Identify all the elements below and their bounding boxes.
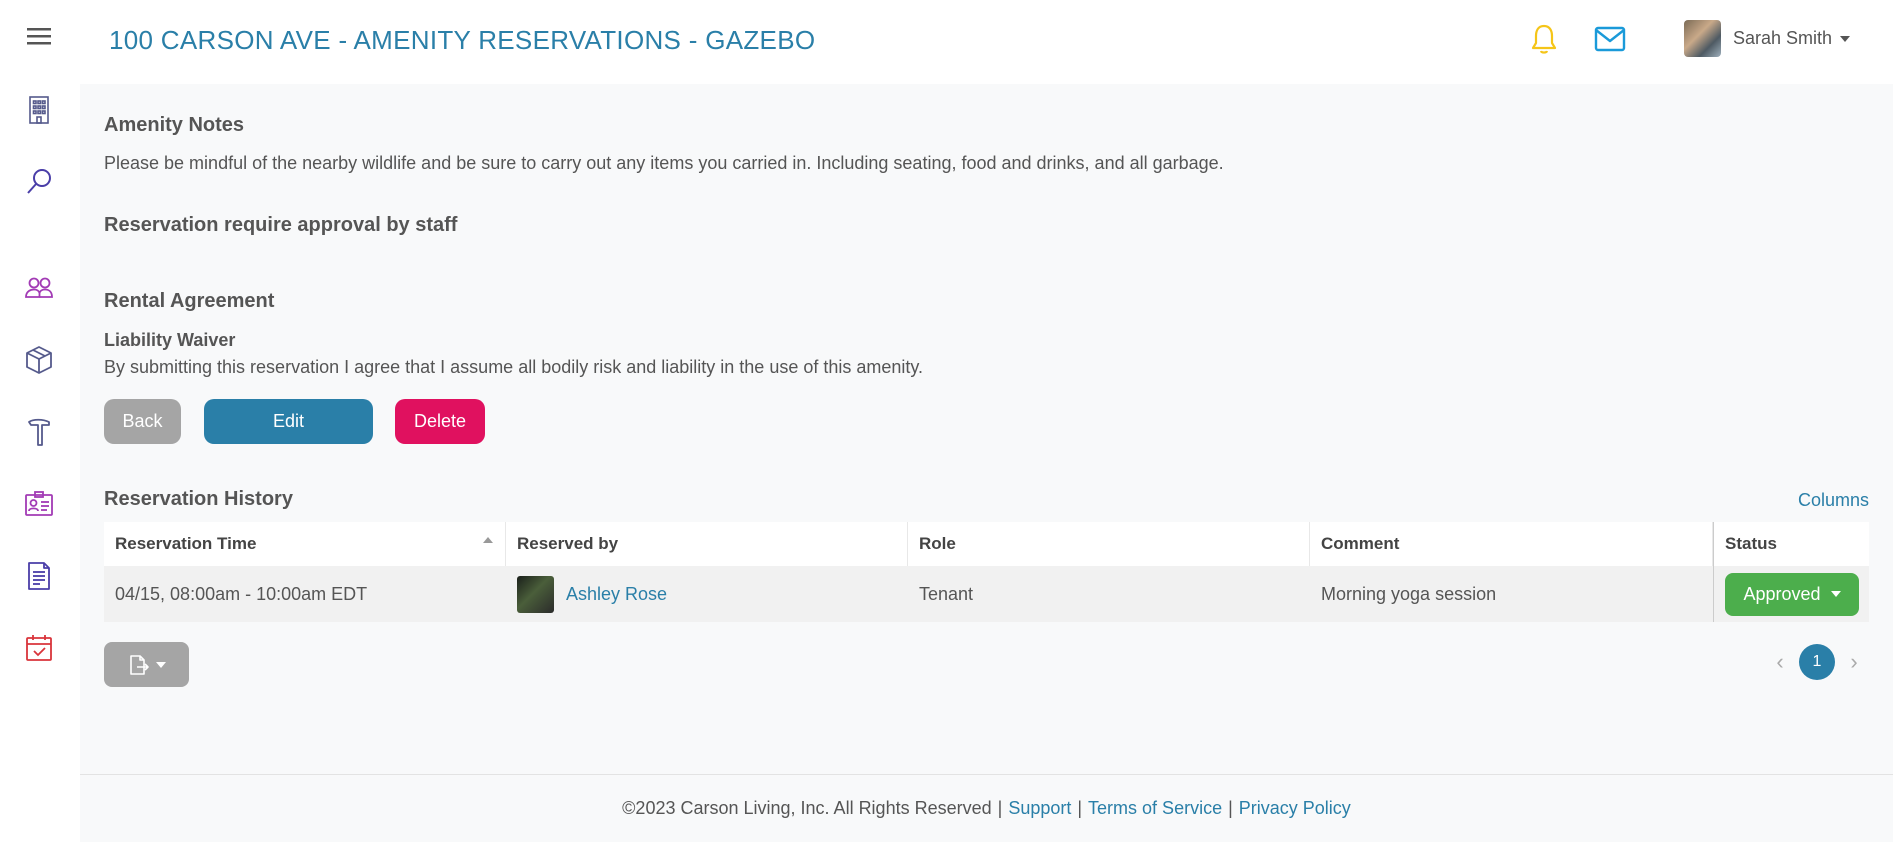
- reserved-by-cell: Ashley Rose: [506, 566, 908, 622]
- status-dropdown[interactable]: Approved: [1725, 572, 1859, 616]
- liability-waiver-text: By submitting this reservation I agree t…: [104, 357, 924, 377]
- column-header-label: Reservation Time: [115, 534, 257, 553]
- reservation-history-heading: Reservation History: [104, 488, 293, 510]
- avatar: [1684, 20, 1721, 57]
- user-menu[interactable]: Sarah Smith: [1684, 20, 1851, 57]
- chevron-down-icon: [1830, 591, 1841, 597]
- page-1-button[interactable]: 1: [1799, 644, 1835, 680]
- table-header-row: Reservation Time Reserved by Role Commen…: [104, 522, 1869, 566]
- privacy-link[interactable]: Privacy Policy: [1239, 798, 1351, 819]
- column-header-label: Comment: [1321, 534, 1400, 553]
- column-header-label: Role: [919, 534, 956, 553]
- column-header-label: Reserved by: [517, 534, 619, 553]
- calendar-check-icon[interactable]: [19, 628, 59, 668]
- chevron-down-icon: [1840, 35, 1851, 42]
- footer-separator: |: [1228, 798, 1233, 818]
- prev-page-button[interactable]: ‹: [1765, 644, 1795, 680]
- sort-ascending-icon: [483, 537, 493, 543]
- comment-cell: Morning yoga session: [1321, 583, 1497, 604]
- menu-icon[interactable]: [19, 16, 59, 56]
- users-icon[interactable]: [19, 268, 59, 308]
- liability-waiver-title: Liability Waiver: [104, 330, 236, 350]
- reserved-by-link[interactable]: Ashley Rose: [566, 584, 667, 605]
- mail-icon[interactable]: [1593, 24, 1627, 54]
- support-link[interactable]: Support: [1008, 798, 1071, 819]
- terms-link[interactable]: Terms of Service: [1088, 798, 1222, 819]
- back-button[interactable]: Back: [104, 399, 181, 444]
- id-card-icon[interactable]: [19, 484, 59, 524]
- rental-agreement-heading: Rental Agreement: [104, 290, 275, 312]
- table-row: 04/15, 08:00am - 10:00am EDT Ashley Rose…: [104, 566, 1869, 622]
- search-icon[interactable]: [19, 162, 59, 202]
- delete-button[interactable]: Delete: [395, 399, 485, 444]
- page-title: 100 CARSON AVE - AMENITY RESERVATIONS - …: [109, 25, 816, 55]
- hammer-icon[interactable]: [19, 412, 59, 452]
- building-icon[interactable]: [19, 90, 59, 130]
- export-file-icon: [129, 654, 149, 675]
- status-label: Approved: [1743, 583, 1821, 604]
- copyright-text: ©2023 Carson Living, Inc. All Rights Res…: [622, 798, 992, 818]
- role-cell: Tenant: [919, 583, 974, 604]
- status-cell: Approved: [1713, 566, 1869, 622]
- footer-separator: |: [997, 798, 1003, 818]
- reservation-history-table: Reservation Time Reserved by Role Commen…: [104, 522, 1869, 622]
- document-icon[interactable]: [19, 556, 59, 596]
- edit-button[interactable]: Edit: [204, 399, 373, 444]
- export-button[interactable]: [104, 642, 189, 687]
- columns-link[interactable]: Columns: [1798, 490, 1869, 511]
- column-header-reservation-time[interactable]: Reservation Time: [104, 522, 506, 566]
- reservation-time-cell: 04/15, 08:00am - 10:00am EDT: [115, 583, 368, 604]
- pagination: ‹ 1 ›: [1765, 644, 1869, 680]
- column-header-role[interactable]: Role: [908, 522, 1310, 566]
- footer-separator: |: [1077, 798, 1083, 818]
- main-content: Amenity Notes Please be mindful of the n…: [80, 84, 1893, 774]
- approval-notice: Reservation require approval by staff: [104, 214, 458, 236]
- footer: ©2023 Carson Living, Inc. All Rights Res…: [80, 774, 1893, 842]
- user-name: Sarah Smith: [1733, 28, 1833, 48]
- top-bar: 100 CARSON AVE - AMENITY RESERVATIONS - …: [80, 0, 1893, 84]
- amenity-notes-text: Please be mindful of the nearby wildlife…: [104, 153, 1224, 173]
- next-page-button[interactable]: ›: [1839, 644, 1869, 680]
- amenity-notes-heading: Amenity Notes: [104, 114, 245, 136]
- package-icon[interactable]: [19, 340, 59, 380]
- column-header-label: Status: [1725, 534, 1777, 553]
- chevron-down-icon: [155, 661, 166, 668]
- bell-icon[interactable]: [1528, 22, 1560, 56]
- avatar: [517, 575, 554, 613]
- column-header-status[interactable]: Status: [1713, 522, 1869, 566]
- sidebar: [0, 0, 80, 842]
- column-header-comment[interactable]: Comment: [1310, 522, 1713, 566]
- column-header-reserved-by[interactable]: Reserved by: [506, 522, 908, 566]
